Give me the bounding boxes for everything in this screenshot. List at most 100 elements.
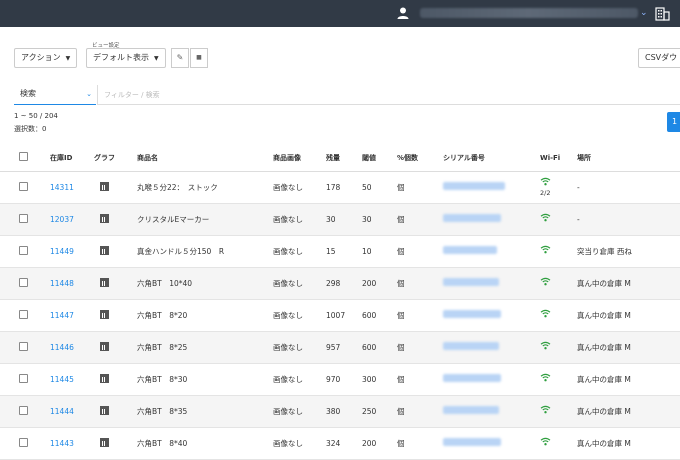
chevron-down-icon[interactable]: ⌄	[640, 8, 648, 18]
page-button[interactable]: 1	[667, 112, 680, 132]
serial-number[interactable]	[443, 214, 501, 222]
location: 真ん中の倉庫 M	[577, 395, 680, 428]
row-checkbox[interactable]	[19, 309, 28, 319]
serial-number[interactable]	[443, 246, 497, 254]
bar-chart-icon[interactable]	[100, 405, 109, 415]
table-row: 11443 六角BT 8*40 画像なし 324 200 個 真ん中の倉庫 M	[0, 427, 680, 460]
product-name: 真金ハンドル５分150 R	[137, 235, 273, 268]
location: 真ん中の倉庫 M	[577, 299, 680, 332]
serial-number[interactable]	[443, 406, 499, 414]
bar-chart-icon[interactable]	[100, 437, 109, 447]
wifi-icon	[540, 177, 551, 186]
wifi-icon	[540, 277, 551, 286]
table-row: 11447 六角BT 8*20 画像なし 1007 600 個 真ん中の倉庫 M	[0, 299, 680, 332]
product-name: 六角BT 8*40	[137, 427, 273, 460]
row-checkbox[interactable]	[19, 181, 28, 191]
table-row: 11448 六角BT 10*40 画像なし 298 200 個 真ん中の倉庫 M	[0, 267, 680, 300]
location: 真ん中の倉庫 M	[577, 331, 680, 364]
col-header-location[interactable]: 場所	[577, 145, 680, 172]
row-checkbox[interactable]	[19, 341, 28, 351]
unit: 個	[397, 171, 443, 204]
wifi-icon	[540, 245, 551, 254]
unit: 個	[397, 235, 443, 268]
inventory-id-link[interactable]: 14311	[50, 183, 74, 192]
table-row: 11449 真金ハンドル５分150 R 画像なし 15 10 個 突当り倉庫 西ね	[0, 235, 680, 268]
row-checkbox[interactable]	[19, 373, 28, 383]
serial-number[interactable]	[443, 310, 501, 318]
row-checkbox[interactable]	[19, 277, 28, 287]
wifi-icon	[540, 373, 551, 382]
product-name: 六角BT 8*35	[137, 395, 273, 428]
col-header-id[interactable]: 在庫ID	[50, 145, 94, 172]
unit: 個	[397, 331, 443, 364]
serial-number[interactable]	[443, 438, 501, 446]
action-button[interactable]: アクション ▼	[14, 48, 78, 68]
product-name: 六角BT 8*30	[137, 363, 273, 396]
serial-number[interactable]	[443, 278, 499, 286]
product-image: 画像なし	[273, 331, 326, 364]
wifi-icon	[540, 437, 551, 446]
filter-input[interactable]	[97, 85, 680, 105]
pencil-icon: ✎	[176, 53, 184, 62]
product-name: クリスタルEマーカー	[137, 203, 273, 236]
bar-chart-icon[interactable]	[100, 277, 109, 287]
edit-view-button[interactable]: ✎	[171, 48, 189, 68]
bar-chart-icon[interactable]	[100, 373, 109, 383]
inventory-id-link[interactable]: 11449	[50, 247, 74, 256]
inventory-id-link[interactable]: 11446	[50, 343, 74, 352]
bar-chart-icon[interactable]	[100, 341, 109, 351]
location: -	[577, 203, 680, 236]
col-header-name[interactable]: 商品名	[137, 145, 273, 172]
row-checkbox[interactable]	[19, 245, 28, 255]
building-icon[interactable]	[655, 6, 670, 21]
view-select[interactable]: デフォルト表示 ▼	[86, 48, 166, 68]
user-name[interactable]	[420, 8, 638, 18]
location: 突当り倉庫 西ね	[577, 235, 680, 268]
inventory-id-link[interactable]: 11443	[50, 439, 74, 448]
unit: 個	[397, 363, 443, 396]
user-icon[interactable]	[396, 6, 410, 20]
threshold: 200	[362, 427, 397, 460]
inventory-id-link[interactable]: 11448	[50, 279, 74, 288]
unit: 個	[397, 427, 443, 460]
serial-number[interactable]	[443, 342, 499, 350]
search-field-select[interactable]: 検索 ⌄	[14, 85, 96, 105]
col-header-serial[interactable]: シリアル番号	[443, 145, 540, 172]
csv-download-button[interactable]: CSVダウ	[638, 48, 680, 68]
top-bar: ⌄	[0, 0, 680, 27]
bar-chart-icon[interactable]	[100, 213, 109, 223]
inventory-id-link[interactable]: 11447	[50, 311, 74, 320]
select-all-checkbox[interactable]	[19, 152, 28, 162]
row-checkbox[interactable]	[19, 405, 28, 415]
inventory-id-link[interactable]: 12037	[50, 215, 74, 224]
product-name: 六角BT 8*20	[137, 299, 273, 332]
threshold: 600	[362, 299, 397, 332]
col-header-unit[interactable]: %個数	[397, 145, 443, 172]
location: -	[577, 171, 680, 204]
serial-number[interactable]	[443, 374, 501, 382]
view-select-value: デフォルト表示	[93, 53, 149, 62]
product-image: 画像なし	[273, 171, 326, 204]
inventory-id-link[interactable]: 11444	[50, 407, 74, 416]
bar-chart-icon[interactable]	[100, 245, 109, 255]
row-checkbox[interactable]	[19, 437, 28, 447]
inventory-table: 在庫ID グラフ 商品名 商品画像 残量 閾値 %個数 シリアル番号 Wi-Fi…	[0, 145, 680, 460]
selected-count: 選択数：0	[14, 125, 47, 133]
delete-view-button[interactable]: ■	[190, 48, 208, 68]
quantity: 298	[326, 267, 362, 300]
product-image: 画像なし	[273, 203, 326, 236]
product-name: 六角BT 10*40	[137, 267, 273, 300]
serial-number[interactable]	[443, 182, 505, 190]
col-header-threshold[interactable]: 閾値	[362, 145, 397, 172]
chevron-down-icon: ⌄	[86, 90, 92, 98]
bar-chart-icon[interactable]	[100, 181, 109, 191]
quantity: 178	[326, 171, 362, 204]
bar-chart-icon[interactable]	[100, 309, 109, 319]
row-checkbox[interactable]	[19, 213, 28, 223]
quantity: 1007	[326, 299, 362, 332]
action-label: アクション	[21, 53, 61, 62]
unit: 個	[397, 299, 443, 332]
col-header-quantity[interactable]: 残量	[326, 145, 362, 172]
inventory-id-link[interactable]: 11445	[50, 375, 74, 384]
threshold: 250	[362, 395, 397, 428]
